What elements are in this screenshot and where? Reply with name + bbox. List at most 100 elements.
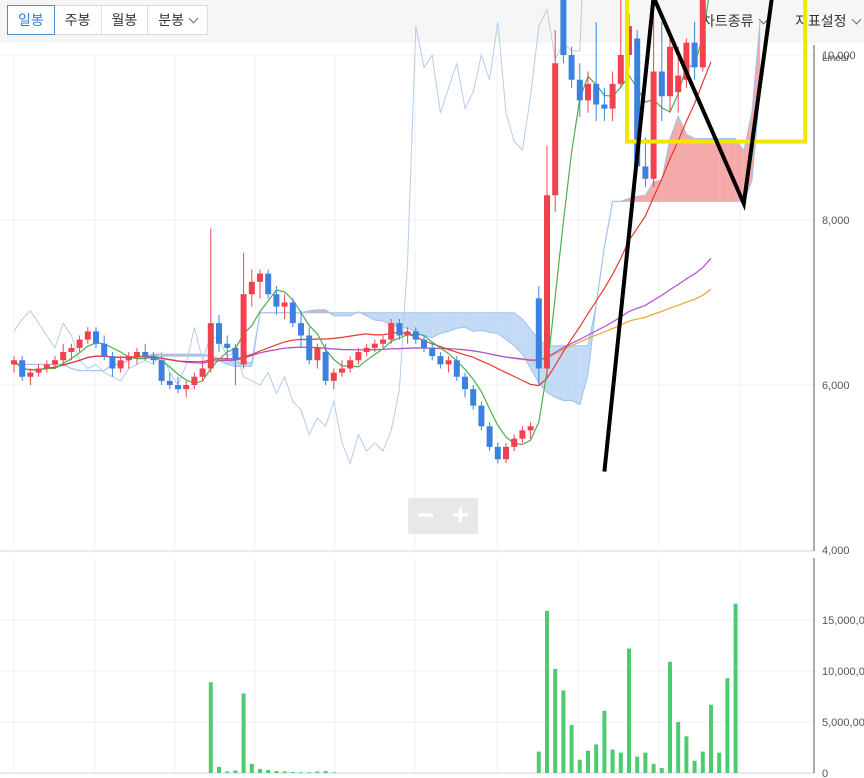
cloud-segment xyxy=(465,312,474,332)
volume-bar xyxy=(561,690,566,773)
candle-body xyxy=(199,368,206,377)
volume-bar xyxy=(249,763,254,773)
volume-bar xyxy=(553,668,558,773)
tab-daily[interactable]: 일봉 xyxy=(7,5,55,35)
candlestick-series xyxy=(11,0,706,464)
candle-body xyxy=(560,0,567,55)
candle-body xyxy=(691,42,698,68)
cloud-segment xyxy=(686,134,695,202)
volume-bar xyxy=(733,603,738,773)
candle-body xyxy=(511,438,518,447)
candle-body xyxy=(314,347,321,361)
zoom-controls: − + xyxy=(408,498,478,534)
candle-body xyxy=(617,55,624,84)
candle-body xyxy=(183,385,190,390)
candle-body xyxy=(552,63,559,196)
candle-body xyxy=(68,347,75,352)
volume-series xyxy=(208,603,738,773)
candle-body xyxy=(429,347,436,357)
candle-body xyxy=(101,343,108,357)
candle-body xyxy=(166,380,173,385)
volume-bar xyxy=(233,770,238,773)
volume-bar xyxy=(709,704,713,773)
zoom-in-button[interactable]: + xyxy=(443,498,478,534)
cloud-segment xyxy=(440,312,449,334)
candle-body xyxy=(396,323,403,336)
candle-body xyxy=(207,323,214,369)
candle-body xyxy=(363,347,370,352)
candle-body xyxy=(330,372,337,381)
volume-bar xyxy=(299,772,303,773)
candle-body xyxy=(35,368,42,373)
volume-bar xyxy=(258,768,262,773)
volume-bar xyxy=(668,661,672,773)
volume-bar xyxy=(217,766,221,773)
volume-bar xyxy=(266,769,271,773)
zoom-out-button[interactable]: − xyxy=(408,498,443,534)
candle-body xyxy=(232,347,239,361)
price-tick-label: 10,000 xyxy=(822,50,856,62)
volume-bar xyxy=(307,772,312,773)
candle-body xyxy=(453,360,460,377)
candle-body xyxy=(125,356,132,361)
candle-body xyxy=(494,446,501,460)
volume-bar xyxy=(208,682,213,773)
volume-bar xyxy=(602,710,607,773)
candle-body xyxy=(371,343,378,348)
volume-bar xyxy=(635,756,640,773)
volume-bar xyxy=(717,752,722,773)
candle-body xyxy=(347,360,354,369)
ma5-line xyxy=(13,0,709,446)
volume-bar xyxy=(684,736,689,773)
candle-body xyxy=(150,356,157,361)
candle-body xyxy=(519,430,526,439)
cloud-segment xyxy=(702,138,711,202)
volume-bar xyxy=(274,770,279,773)
volume-bar xyxy=(225,771,230,773)
candle-body xyxy=(27,372,34,377)
cloud-segment xyxy=(579,345,588,405)
cloud-segment xyxy=(481,312,490,333)
cloud-segment xyxy=(514,312,523,355)
price-axis: Linear4,0006,0008,00010,00012,00014,0000… xyxy=(813,45,864,778)
candle-body xyxy=(142,352,149,357)
candle-body xyxy=(265,273,272,295)
cloud-segment xyxy=(563,345,572,401)
volume-bar xyxy=(545,610,549,773)
candle-body xyxy=(339,368,345,373)
candle-body xyxy=(19,360,26,377)
candle-body xyxy=(699,0,706,68)
candle-body xyxy=(281,302,288,307)
candle-body xyxy=(527,426,534,431)
candle-body xyxy=(109,356,116,369)
cloud-segment xyxy=(571,345,580,405)
candle-body xyxy=(658,71,665,97)
candle-body xyxy=(380,339,386,344)
cloud-segment xyxy=(694,138,703,202)
candle-body xyxy=(322,352,329,381)
cloud-segment xyxy=(489,312,498,334)
volume-bar xyxy=(331,772,336,773)
candle-body xyxy=(503,446,509,460)
volume-bar xyxy=(536,751,541,773)
candle-body xyxy=(593,83,600,105)
volume-bar xyxy=(610,749,615,773)
stock-chart[interactable]: Linear4,0006,0008,00010,00012,00014,0000… xyxy=(0,0,864,778)
lagging-span-line xyxy=(13,0,583,465)
candle-body xyxy=(437,356,444,365)
candle-body xyxy=(462,376,468,390)
volume-tick-label: 5,000,000 xyxy=(822,717,864,729)
volume-bar xyxy=(586,750,590,773)
candle-body xyxy=(191,376,198,385)
candle-body xyxy=(175,385,181,390)
volume-bar xyxy=(577,759,582,773)
volume-bar xyxy=(676,722,681,773)
cloud-segment xyxy=(456,312,465,329)
candle-body xyxy=(298,323,304,336)
candle-body xyxy=(306,335,313,361)
candle-body xyxy=(84,331,91,340)
candle-body xyxy=(675,75,682,93)
candle-body xyxy=(158,360,165,381)
volume-bar xyxy=(323,770,328,773)
volume-tick-label: 10,000,000 xyxy=(822,666,864,678)
